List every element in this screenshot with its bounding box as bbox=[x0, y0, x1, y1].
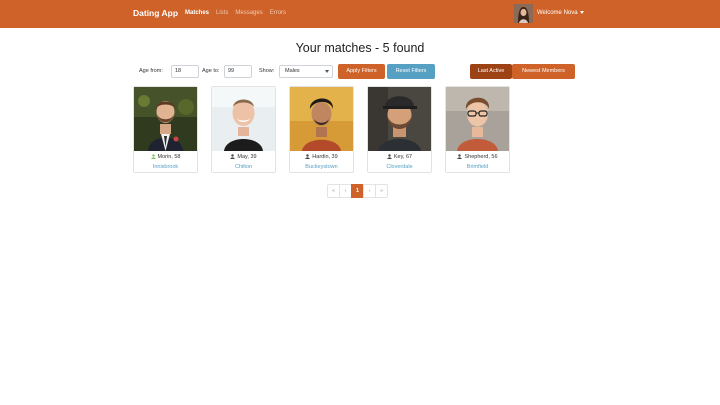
member-city: Buckeystown bbox=[305, 164, 338, 170]
age-from-input[interactable]: 18 bbox=[171, 65, 199, 78]
user-icon bbox=[230, 154, 236, 159]
member-city: Chilton bbox=[234, 164, 253, 170]
filter-form: Age from: 18 Age to: 99 Show: Males Appl… bbox=[133, 64, 583, 79]
gender-select-value: Males bbox=[285, 68, 300, 74]
age-to-label: Age to: bbox=[202, 68, 220, 74]
member-photo[interactable] bbox=[134, 87, 197, 151]
reset-filters-button[interactable]: Reset Filters bbox=[387, 64, 435, 79]
user-icon bbox=[305, 154, 311, 159]
nav-messages-link[interactable]: Messages bbox=[235, 10, 262, 16]
online-user-icon bbox=[150, 154, 156, 159]
member-photo[interactable] bbox=[368, 87, 431, 151]
member-city: Cloverdale bbox=[386, 164, 413, 170]
nav-links: Matches Lists Messages Errors bbox=[185, 10, 286, 16]
member-name: May, 39 bbox=[212, 154, 275, 160]
nav-errors-link[interactable]: Errors bbox=[270, 10, 286, 16]
age-from-label: Age from: bbox=[139, 68, 163, 74]
last-page-button[interactable]: » bbox=[375, 184, 388, 198]
user-menu-dropdown[interactable]: Welcome Nova bbox=[537, 10, 584, 16]
nav-matches-link[interactable]: Matches bbox=[185, 10, 209, 16]
member-photo[interactable] bbox=[290, 87, 353, 151]
caret-down-icon bbox=[579, 10, 584, 14]
chevron-down-icon bbox=[325, 70, 329, 73]
member-card[interactable]: Morin, 58 Innisbrook bbox=[133, 86, 198, 173]
member-card[interactable]: Key, 67 Cloverdale bbox=[367, 86, 432, 173]
pagination: « ‹ 1 › » bbox=[327, 184, 388, 198]
apply-filters-button[interactable]: Apply Filters bbox=[338, 64, 385, 79]
member-city: Brimfield bbox=[466, 164, 489, 170]
member-photo[interactable] bbox=[446, 87, 509, 151]
nav-lists-link[interactable]: Lists bbox=[216, 10, 228, 16]
member-name: Shepherd, 56 bbox=[446, 154, 509, 160]
member-card[interactable]: Shepherd, 56 Brimfield bbox=[445, 86, 510, 173]
member-name: Morin, 58 bbox=[134, 154, 197, 160]
member-photo[interactable] bbox=[212, 87, 275, 151]
welcome-text: Welcome Nova bbox=[537, 10, 578, 16]
user-icon bbox=[457, 154, 463, 159]
member-city: Innisbrook bbox=[152, 164, 179, 170]
member-name: Hardin, 39 bbox=[290, 154, 353, 160]
member-name: Key, 67 bbox=[368, 154, 431, 160]
member-card[interactable]: Hardin, 39 Buckeystown bbox=[289, 86, 354, 173]
user-avatar[interactable] bbox=[514, 4, 533, 23]
member-card[interactable]: May, 39 Chilton bbox=[211, 86, 276, 173]
show-label: Show: bbox=[259, 68, 275, 74]
page-title: Your matches - 5 found bbox=[295, 41, 425, 55]
sort-newest-members-button[interactable]: Newest Members bbox=[512, 64, 575, 79]
age-to-input[interactable]: 99 bbox=[224, 65, 252, 78]
brand-link[interactable]: Dating App bbox=[133, 8, 178, 18]
user-icon bbox=[387, 154, 392, 159]
sort-last-active-button[interactable]: Last Active bbox=[470, 64, 512, 79]
top-navbar: Dating App Matches Lists Messages Errors… bbox=[0, 0, 720, 28]
gender-select[interactable]: Males bbox=[279, 65, 333, 78]
